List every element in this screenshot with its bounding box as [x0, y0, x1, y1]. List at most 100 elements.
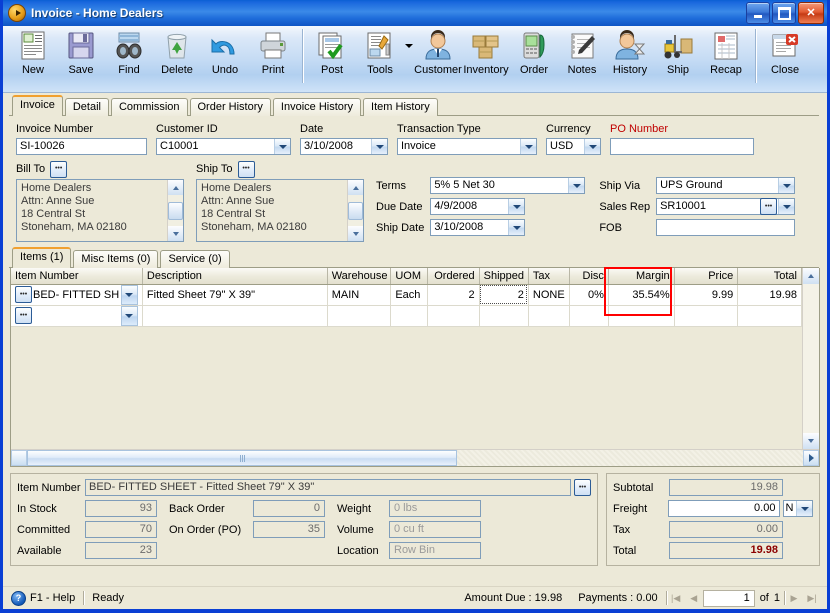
cell-uom-empty[interactable] — [390, 305, 429, 327]
chevron-down-icon[interactable] — [520, 139, 536, 154]
cell-shipped[interactable]: 2 — [479, 284, 529, 306]
toolbar-button-close[interactable]: Close — [761, 26, 809, 88]
bill-to-scrollbar[interactable] — [167, 180, 183, 241]
cell-ordered[interactable]: 2 — [427, 284, 480, 306]
toolbar-button-new[interactable]: New — [9, 26, 57, 88]
table-row[interactable]: BED- FITTED SHEE Fitted Sheet 79" X 39" … — [11, 284, 802, 306]
chevron-down-icon[interactable] — [778, 199, 795, 214]
cell-price[interactable]: 9.99 — [674, 284, 739, 306]
combo-terms[interactable]: 5% 5 Net 30 — [430, 177, 586, 194]
input-invoice-number[interactable]: SI-10026 — [16, 138, 147, 155]
cell-warehouse[interactable]: MAIN — [327, 284, 392, 306]
scroll-up-icon[interactable] — [168, 180, 183, 195]
combo-date[interactable]: 3/10/2008 — [300, 138, 388, 155]
cell-disc[interactable]: 0% — [569, 284, 609, 306]
cell-description[interactable]: Fitted Sheet 79" X 39" — [142, 284, 328, 306]
ship-to-browse-icon[interactable] — [237, 160, 255, 178]
combo-currency[interactable]: USD — [546, 138, 601, 155]
chevron-down-icon[interactable] — [778, 178, 795, 193]
tab-order-history[interactable]: Order History — [189, 98, 271, 116]
col-item-number[interactable]: Item Number — [11, 268, 143, 285]
chevron-down-icon[interactable] — [120, 305, 138, 325]
combo-customer-id[interactable]: C10001 — [156, 138, 291, 155]
chevron-down-icon[interactable] — [508, 199, 525, 214]
nav-next-icon[interactable]: ▶ — [785, 590, 803, 606]
chevron-down-icon[interactable] — [584, 139, 600, 154]
col-price[interactable]: Price — [674, 268, 739, 285]
toolbar-button-inventory[interactable]: Inventory — [462, 26, 510, 88]
combo-freight-taxable[interactable]: N — [783, 500, 813, 517]
grid-horizontal-scrollbar[interactable] — [11, 449, 819, 466]
tab-service[interactable]: Service (0) — [160, 250, 230, 268]
input-freight[interactable]: 0.00 — [668, 500, 781, 517]
combo-ship-via[interactable]: UPS Ground — [656, 177, 796, 194]
item-detail-browse-icon[interactable] — [574, 479, 591, 496]
toolbar-button-find[interactable]: Find — [105, 26, 153, 88]
tab-misc-items[interactable]: Misc Items (0) — [73, 250, 159, 268]
toolbar-button-notes[interactable]: Notes — [558, 26, 606, 88]
col-shipped[interactable]: Shipped — [479, 268, 529, 285]
input-fob[interactable] — [656, 219, 796, 236]
scroll-down-icon[interactable] — [803, 433, 819, 449]
combo-sales-rep[interactable]: SR10001 — [656, 198, 796, 215]
toolbar-button-history[interactable]: History — [606, 26, 654, 88]
chevron-down-icon[interactable] — [796, 501, 812, 516]
scroll-right-icon[interactable] — [803, 450, 819, 466]
col-ordered[interactable]: Ordered — [427, 268, 480, 285]
col-description[interactable]: Description — [142, 268, 328, 285]
scroll-down-icon[interactable] — [348, 226, 363, 241]
input-detail-item-number[interactable]: BED- FITTED SHEET - Fitted Sheet 79" X 3… — [85, 479, 571, 496]
toolbar-button-undo[interactable]: Undo — [201, 26, 249, 88]
ship-to-scrollbar[interactable] — [347, 180, 363, 241]
scroll-left-icon[interactable] — [11, 450, 27, 466]
combo-due-date[interactable]: 4/9/2008 — [430, 198, 526, 215]
cell-ordered-empty[interactable] — [427, 305, 480, 327]
cell-tax[interactable]: NONE — [528, 284, 570, 306]
item-browse-icon[interactable] — [15, 307, 32, 324]
table-row[interactable] — [11, 305, 802, 327]
cell-margin-empty[interactable] — [608, 305, 675, 327]
tab-item-history[interactable]: Item History — [363, 98, 438, 116]
toolbar-button-ship[interactable]: Ship — [654, 26, 702, 88]
scroll-up-icon[interactable] — [803, 268, 819, 284]
cell-item-number[interactable]: BED- FITTED SHEE — [11, 284, 143, 306]
scroll-down-icon[interactable] — [168, 226, 183, 241]
ship-to-address-box[interactable]: Home Dealers Attn: Anne Sue 18 Central S… — [196, 179, 364, 242]
cell-description-empty[interactable] — [142, 305, 328, 327]
nav-prev-icon[interactable]: ◀ — [685, 590, 703, 606]
chevron-down-icon[interactable] — [508, 220, 525, 235]
bill-to-browse-icon[interactable] — [50, 160, 68, 178]
combo-transaction-type[interactable]: Invoice — [397, 138, 537, 155]
chevron-down-icon[interactable] — [568, 178, 585, 193]
tab-invoice-history[interactable]: Invoice History — [272, 98, 362, 116]
col-uom[interactable]: UOM — [390, 268, 429, 285]
col-margin[interactable]: Margin — [608, 268, 675, 285]
chevron-down-icon[interactable] — [120, 284, 138, 304]
scroll-up-icon[interactable] — [348, 180, 363, 195]
grid-hscroll-thumb[interactable] — [27, 450, 457, 466]
nav-first-icon[interactable]: |◀ — [667, 590, 685, 606]
cell-total[interactable]: 19.98 — [737, 284, 802, 306]
status-help[interactable]: ? F1 - Help — [3, 590, 83, 606]
cell-tax-empty[interactable] — [528, 305, 570, 327]
col-warehouse[interactable]: Warehouse — [327, 268, 392, 285]
maximize-button[interactable] — [772, 2, 796, 24]
scrollbar-thumb[interactable] — [348, 201, 363, 220]
tab-commission[interactable]: Commission — [110, 98, 188, 116]
grid-vertical-scrollbar[interactable] — [802, 268, 819, 449]
toolbar-button-tools[interactable]: Tools — [356, 26, 404, 88]
toolbar-button-recap[interactable]: Recap — [702, 26, 750, 88]
page-number-input[interactable]: 1 — [702, 589, 755, 607]
toolbar-button-customer[interactable]: Customer — [414, 26, 462, 88]
cell-item-number-empty[interactable] — [11, 305, 143, 327]
nav-last-icon[interactable]: ▶| — [803, 590, 821, 606]
input-po-number[interactable] — [610, 138, 754, 155]
col-disc[interactable]: Disc — [569, 268, 609, 285]
cell-total-empty[interactable] — [737, 305, 802, 327]
tab-detail[interactable]: Detail — [64, 98, 109, 116]
toolbar-button-post[interactable]: Post — [308, 26, 356, 88]
combo-ship-date[interactable]: 3/10/2008 — [430, 219, 526, 236]
tab-items[interactable]: Items (1) — [12, 247, 72, 268]
chevron-down-icon[interactable] — [371, 139, 387, 154]
cell-warehouse-empty[interactable] — [327, 305, 392, 327]
